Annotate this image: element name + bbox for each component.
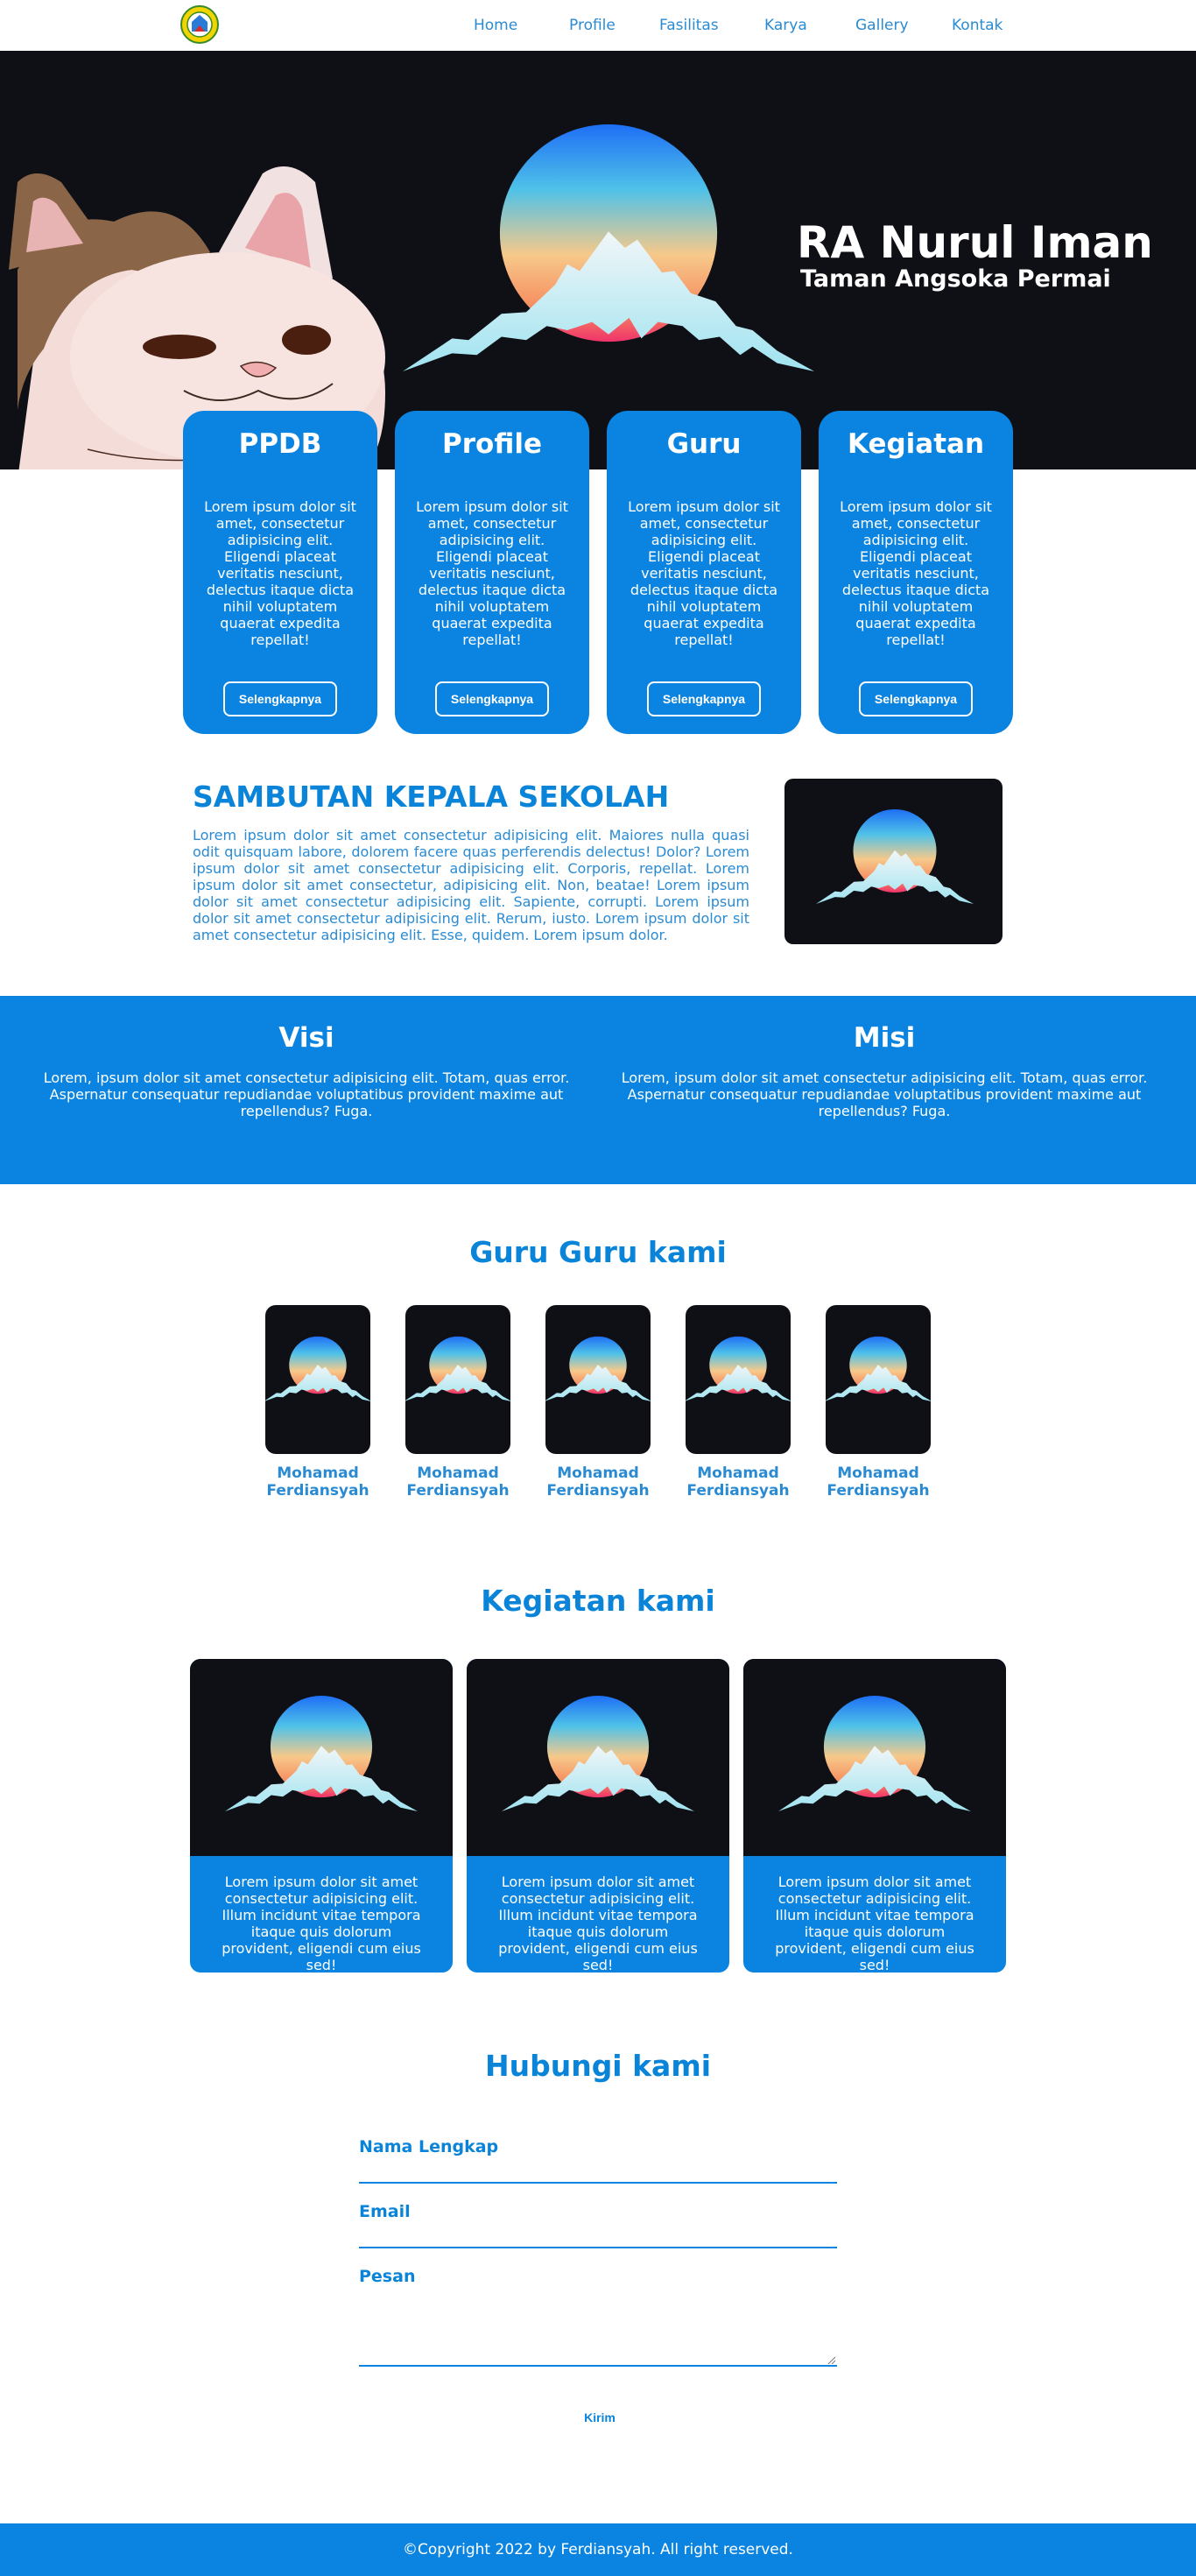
guru-card: Mohamad Ferdiansyah [545, 1305, 651, 1500]
selengkapnya-button[interactable]: Selengkapnya [859, 681, 973, 716]
card-text: Lorem ipsum dolor sit amet, consectetur … [416, 498, 568, 648]
name-field-label: Nama Lengkap [359, 2137, 499, 2156]
kegiatan-card: Lorem ipsum dolor sit amet consectetur a… [467, 1659, 729, 1973]
nav-link-fasilitas[interactable]: Fasilitas [659, 17, 719, 34]
card-title: Guru [666, 428, 742, 460]
card-guru: Guru Lorem ipsum dolor sit amet, consect… [607, 411, 801, 734]
guru-name: Mohamad Ferdiansyah [827, 1464, 930, 1500]
guru-name: Mohamad Ferdiansyah [266, 1464, 369, 1500]
guru-name: Mohamad Ferdiansyah [686, 1464, 790, 1500]
hero-title: RA Nurul Iman [797, 217, 1153, 268]
nav-link-profile[interactable]: Profile [569, 17, 616, 34]
guru-section-title: Guru Guru kami [469, 1235, 727, 1269]
guru-card: Mohamad Ferdiansyah [265, 1305, 370, 1500]
principal-photo [784, 779, 1003, 944]
misi-title: Misi [853, 1022, 916, 1054]
guru-photo [545, 1305, 651, 1454]
misi-block: Misi Lorem, ipsum dolor sit amet consect… [604, 1022, 1164, 1119]
kegiatan-text: Lorem ipsum dolor sit amet consectetur a… [222, 1874, 421, 1973]
sambutan-text: Lorem ipsum dolor sit amet consectetur a… [193, 827, 749, 943]
kegiatan-text: Lorem ipsum dolor sit amet consectetur a… [775, 1874, 974, 1973]
kegiatan-photo [190, 1659, 453, 1856]
card-text: Lorem ipsum dolor sit amet, consectetur … [628, 498, 780, 648]
kegiatan-photo [467, 1659, 729, 1856]
guru-photo [265, 1305, 370, 1454]
selengkapnya-button[interactable]: Selengkapnya [647, 681, 761, 716]
card-title: Profile [442, 428, 542, 460]
guru-card: Mohamad Ferdiansyah [405, 1305, 510, 1500]
message-field[interactable] [359, 2365, 837, 2367]
misi-text: Lorem, ipsum dolor sit amet consectetur … [621, 1069, 1148, 1119]
hero-subtitle: Taman Angsoka Permai [800, 265, 1111, 293]
card-text: Lorem ipsum dolor sit amet, consectetur … [840, 498, 992, 648]
hero-banner: RA Nurul Iman Taman Angsoka Permai [0, 51, 1196, 469]
selengkapnya-button[interactable]: Selengkapnya [435, 681, 549, 716]
visi-misi-section: Visi Lorem, ipsum dolor sit amet consect… [0, 996, 1196, 1184]
submit-button[interactable]: Kirim [552, 2410, 648, 2424]
email-field-label: Email [359, 2202, 411, 2221]
contact-section-title: Hubungi kami [484, 2049, 712, 2083]
footer: ©Copyright 2022 by Ferdiansyah. All righ… [0, 2523, 1196, 2576]
nav-link-gallery[interactable]: Gallery [855, 17, 909, 34]
name-field[interactable] [359, 2182, 837, 2184]
visi-title: Visi [278, 1022, 334, 1054]
resize-handle-icon[interactable] [827, 2355, 835, 2364]
nav-links: Home Profile Fasilitas Karya Gallery Kon… [0, 0, 1196, 51]
visi-text: Lorem, ipsum dolor sit amet consectetur … [43, 1069, 570, 1119]
message-field-label: Pesan [359, 2267, 416, 2286]
card-title: PPDB [238, 428, 322, 460]
guru-photo [405, 1305, 510, 1454]
kegiatan-section-title: Kegiatan kami [481, 1584, 715, 1618]
card-kegiatan: Kegiatan Lorem ipsum dolor sit amet, con… [819, 411, 1013, 734]
card-title: Kegiatan [847, 428, 985, 460]
email-field[interactable] [359, 2247, 837, 2248]
guru-card: Mohamad Ferdiansyah [686, 1305, 791, 1500]
guru-photo [826, 1305, 931, 1454]
kegiatan-photo [743, 1659, 1006, 1856]
mountain-sun-illustration [403, 121, 814, 375]
guru-card: Mohamad Ferdiansyah [826, 1305, 931, 1500]
nav-link-karya[interactable]: Karya [764, 17, 807, 34]
guru-name: Mohamad Ferdiansyah [546, 1464, 650, 1500]
selengkapnya-button[interactable]: Selengkapnya [223, 681, 337, 716]
visi-block: Visi Lorem, ipsum dolor sit amet consect… [26, 1022, 587, 1119]
kegiatan-text: Lorem ipsum dolor sit amet consectetur a… [498, 1874, 698, 1973]
guru-name: Mohamad Ferdiansyah [406, 1464, 510, 1500]
nav-link-home[interactable]: Home [474, 17, 517, 34]
card-ppdb: PPDB Lorem ipsum dolor sit amet, consect… [183, 411, 377, 734]
kegiatan-card: Lorem ipsum dolor sit amet consectetur a… [743, 1659, 1006, 1973]
nav-link-kontak[interactable]: Kontak [952, 17, 1003, 34]
sambutan-title: SAMBUTAN KEPALA SEKOLAH [193, 780, 670, 814]
guru-photo [686, 1305, 791, 1454]
card-text: Lorem ipsum dolor sit amet, consectetur … [204, 498, 356, 648]
card-profile: Profile Lorem ipsum dolor sit amet, cons… [395, 411, 589, 734]
copyright-text: ©Copyright 2022 by Ferdiansyah. All righ… [403, 2541, 793, 2558]
kegiatan-card: Lorem ipsum dolor sit amet consectetur a… [190, 1659, 453, 1973]
navbar: Home Profile Fasilitas Karya Gallery Kon… [0, 0, 1196, 51]
